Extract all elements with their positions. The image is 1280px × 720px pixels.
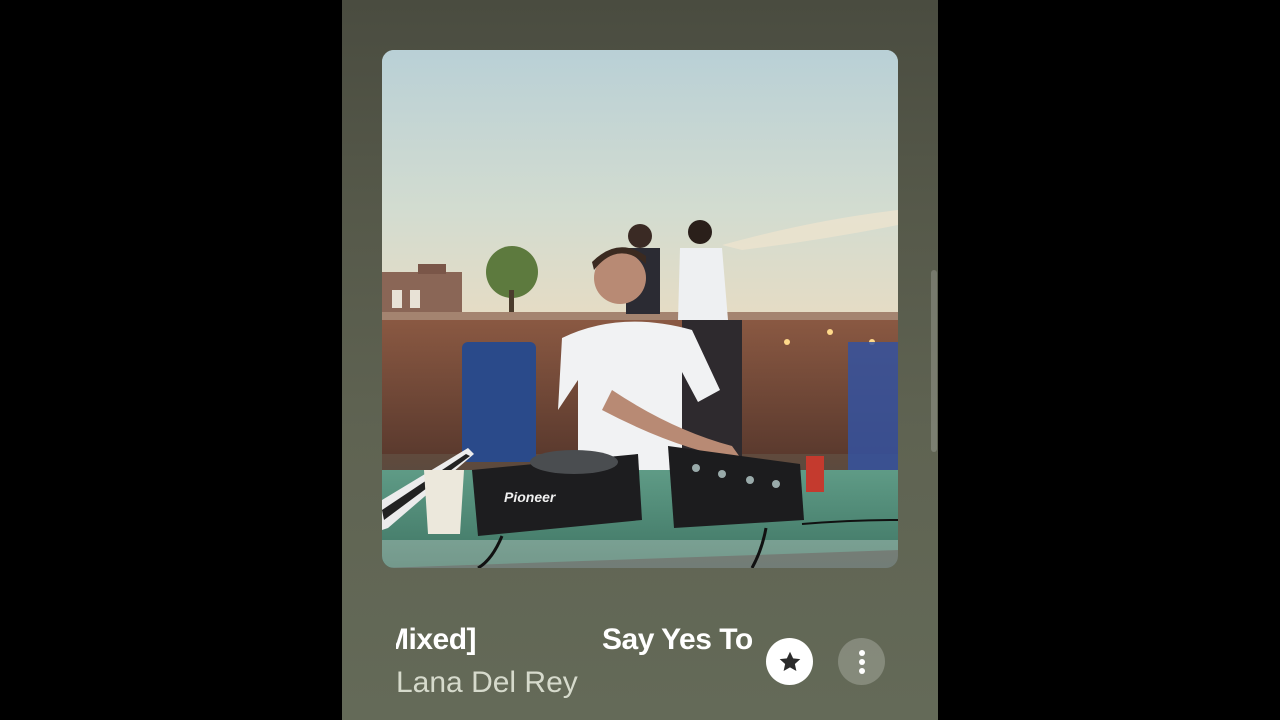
artwork-image: Pioneer <box>382 50 898 568</box>
track-title: Mixed] Say Yes To <box>396 620 766 664</box>
pioneer-logo: Pioneer <box>504 489 557 505</box>
star-icon <box>779 651 800 671</box>
track-title-marquee-next: Say Yes To <box>602 623 753 656</box>
more-options-button[interactable] <box>838 638 885 685</box>
track-title-marquee-prev: Mixed] <box>396 623 477 656</box>
letterbox-left <box>0 0 342 720</box>
scroll-indicator[interactable] <box>931 270 937 452</box>
album-artwork[interactable]: Pioneer <box>382 50 898 568</box>
artist-name[interactable]: Lana Del Rey <box>396 666 578 700</box>
favorite-button[interactable] <box>766 638 813 685</box>
more-vertical-icon <box>858 649 865 674</box>
letterbox-right <box>938 0 1280 720</box>
now-playing-screen: Pioneer Mixed] Say Yes To Lana Del Rey <box>342 0 938 720</box>
